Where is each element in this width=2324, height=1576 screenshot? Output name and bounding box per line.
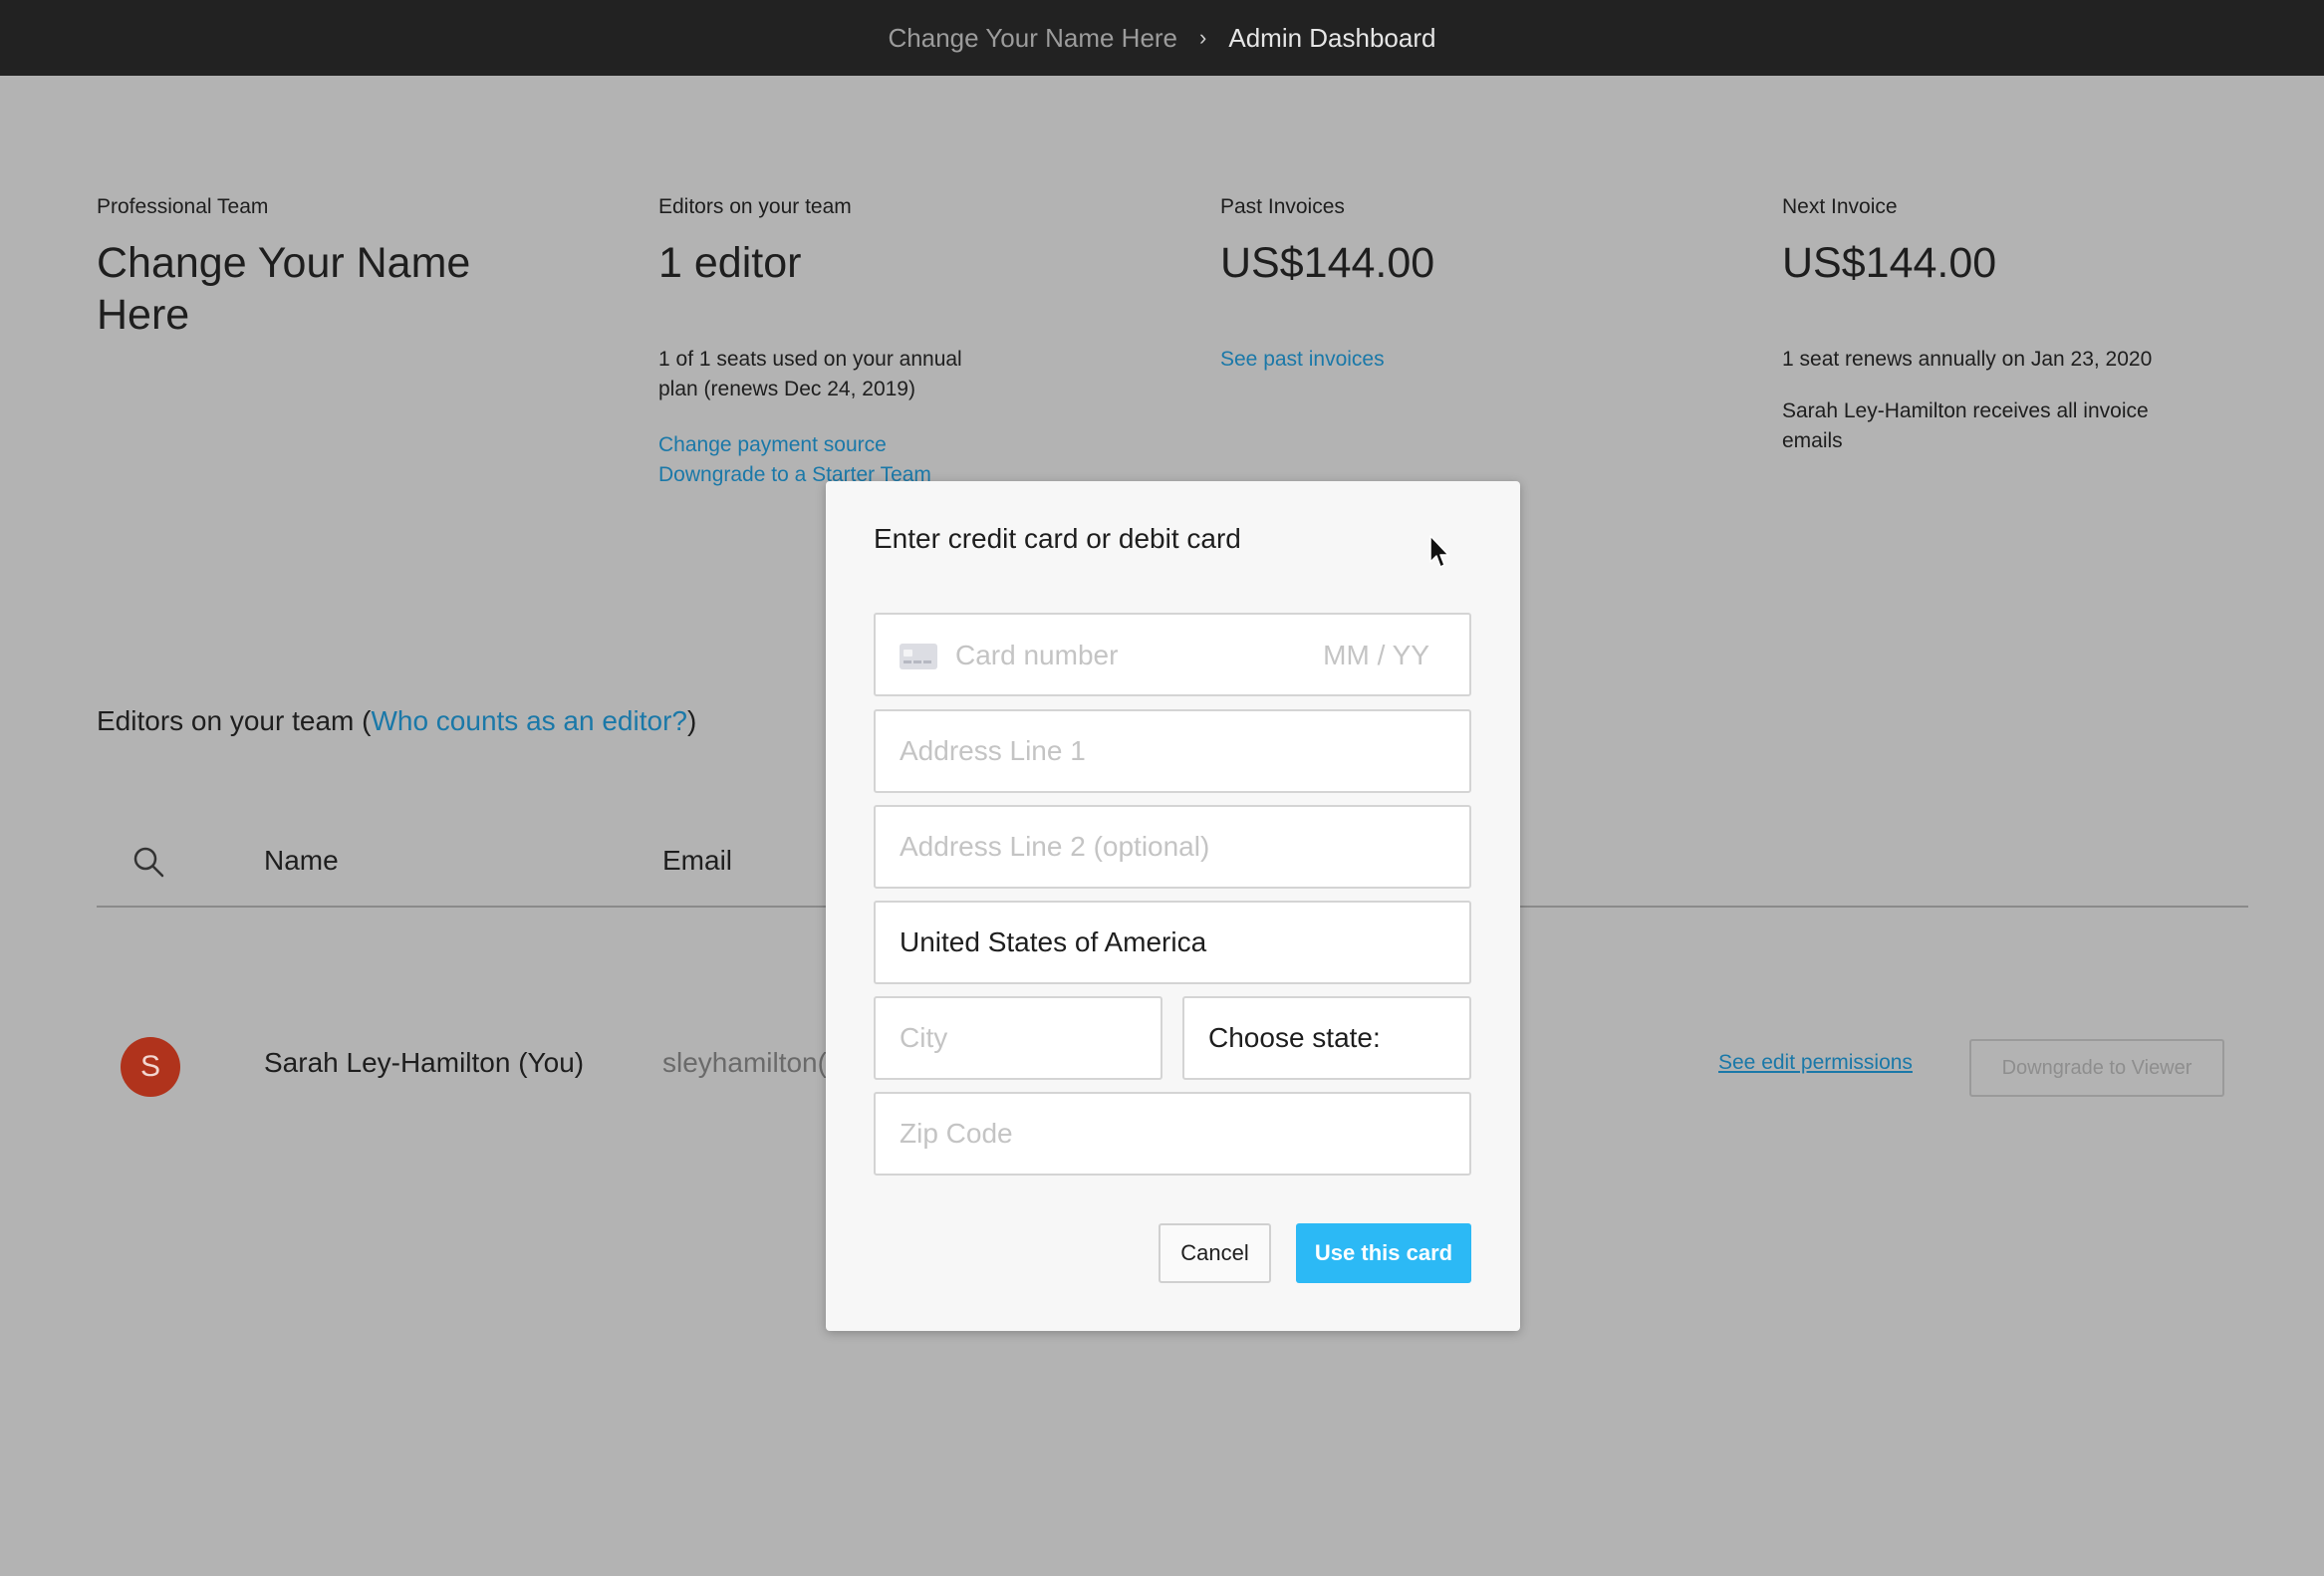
downgrade-to-viewer-button[interactable]: Downgrade to Viewer xyxy=(1969,1039,2224,1097)
state-select[interactable]: Choose state: xyxy=(1182,996,1471,1080)
team-name: Change Your Name Here xyxy=(97,239,471,339)
next-invoice-amount: US$144.00 xyxy=(1782,239,1997,287)
team-label: Professional Team xyxy=(97,195,269,218)
mouse-pointer-icon xyxy=(1429,535,1449,568)
next-invoice-label: Next Invoice xyxy=(1782,195,1898,218)
see-edit-permissions-link[interactable]: See edit permissions xyxy=(1718,1051,1913,1075)
see-past-invoices-link[interactable]: See past invoices xyxy=(1220,345,1659,375)
breadcrumb-team-link[interactable]: Change Your Name Here xyxy=(889,23,1178,54)
use-this-card-button[interactable]: Use this card xyxy=(1296,1223,1471,1283)
search-icon[interactable] xyxy=(131,845,165,879)
modal-title: Enter credit card or debit card xyxy=(874,523,1241,554)
editors-section-title: Editors on your team (Who counts as an e… xyxy=(97,705,696,737)
credit-card-icon xyxy=(900,644,937,669)
credit-card-modal: Enter credit card or debit card Card num… xyxy=(826,481,1520,1331)
editors-label: Editors on your team xyxy=(658,195,852,218)
renew-text: 1 seat renews annually on Jan 23, 2020 xyxy=(1782,348,2153,371)
editor-name: Sarah Ley-Hamilton (You) xyxy=(264,1047,585,1078)
address-line-2-input[interactable] xyxy=(874,805,1471,889)
column-header-name[interactable]: Name xyxy=(264,845,339,877)
editor-count: 1 editor xyxy=(658,239,802,287)
address-line-1-input[interactable] xyxy=(874,709,1471,793)
editors-summary: Editors on your team 1 editor 1 of 1 sea… xyxy=(658,195,1097,490)
next-invoice-summary: Next Invoice US$144.00 1 seat renews ann… xyxy=(1782,195,2220,456)
top-navigation-bar: Change Your Name Here › Admin Dashboard xyxy=(0,0,2324,76)
change-payment-source-link[interactable]: Change payment source xyxy=(658,430,1097,460)
past-invoices-summary: Past Invoices US$144.00 See past invoice… xyxy=(1220,195,1659,375)
seats-text: 1 of 1 seats used on your annual plan (r… xyxy=(658,348,962,400)
cancel-button[interactable]: Cancel xyxy=(1159,1223,1271,1283)
country-select[interactable]: United States of America xyxy=(874,901,1471,984)
past-invoices-label: Past Invoices xyxy=(1220,195,1345,218)
editor-email: sleyhamilton( xyxy=(662,1047,827,1078)
state-select-value: Choose state: xyxy=(1208,1022,1381,1053)
card-number-placeholder: Card number xyxy=(955,640,1119,670)
invoice-email-text: Sarah Ley-Hamilton receives all invoice … xyxy=(1782,399,2149,452)
column-header-email[interactable]: Email xyxy=(662,845,732,877)
breadcrumb-chevron-icon: › xyxy=(1199,25,1207,50)
breadcrumb-current-page: Admin Dashboard xyxy=(1228,22,1436,53)
who-counts-as-editor-link[interactable]: Who counts as an editor? xyxy=(371,705,687,736)
zip-code-input[interactable] xyxy=(874,1092,1471,1176)
editors-title-prefix: Editors on your team ( xyxy=(97,705,372,736)
editors-title-suffix: ) xyxy=(686,705,697,736)
card-number-field[interactable]: Card number MM / YY xyxy=(874,613,1471,696)
country-select-value: United States of America xyxy=(900,926,1207,957)
avatar: S xyxy=(121,1037,180,1097)
expiry-placeholder[interactable]: MM / YY xyxy=(1323,640,1429,671)
city-input[interactable] xyxy=(874,996,1162,1080)
past-invoices-amount: US$144.00 xyxy=(1220,239,1435,287)
team-summary: Professional Team Change Your Name Here xyxy=(97,195,535,341)
